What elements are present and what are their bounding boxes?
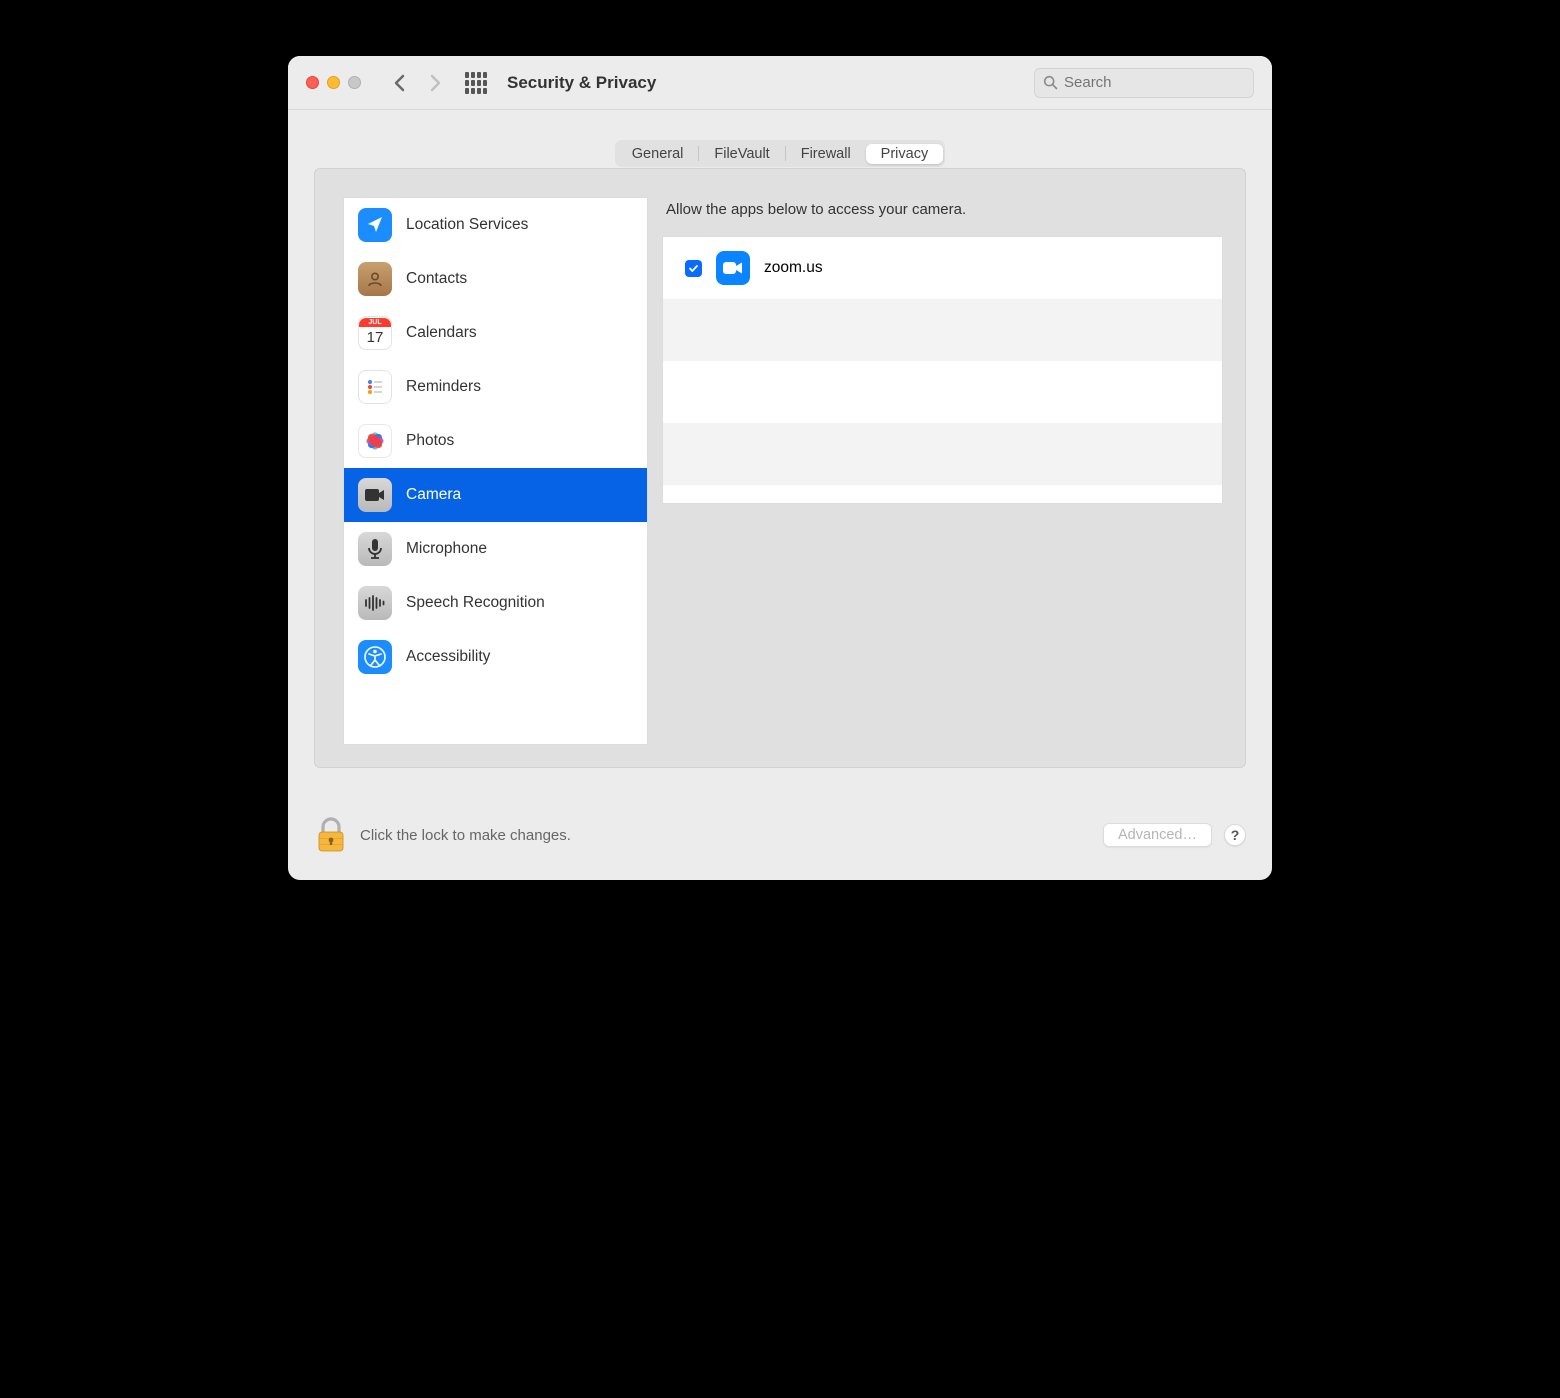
advanced-label: Advanced…	[1118, 827, 1197, 843]
app-row-empty	[663, 299, 1222, 361]
tab-label: Privacy	[881, 146, 929, 162]
search-input[interactable]	[1064, 74, 1245, 91]
help-button[interactable]: ?	[1224, 824, 1246, 846]
help-label: ?	[1231, 827, 1240, 843]
search-icon	[1043, 75, 1058, 90]
app-name: zoom.us	[764, 259, 823, 277]
tab-label: FileVault	[714, 146, 769, 162]
close-window-button[interactable]	[306, 76, 319, 89]
calendar-day: 17	[367, 327, 384, 349]
search-field[interactable]	[1034, 68, 1254, 98]
sidebar-item-reminders[interactable]: Reminders	[344, 360, 647, 414]
app-row-empty	[663, 423, 1222, 485]
app-list[interactable]: zoom.us	[662, 236, 1223, 504]
panel: Location Services Contacts JUL 17 Calend…	[314, 168, 1246, 768]
app-row-empty	[663, 361, 1222, 423]
zoom-app-icon	[716, 251, 750, 285]
sidebar-item-label: Speech Recognition	[406, 594, 545, 612]
sidebar-item-camera[interactable]: Camera	[344, 468, 647, 522]
check-icon	[688, 263, 699, 274]
calendar-month: JUL	[359, 318, 391, 327]
privacy-sidebar[interactable]: Location Services Contacts JUL 17 Calend…	[343, 197, 648, 745]
sidebar-item-label: Location Services	[406, 216, 528, 234]
tab-general[interactable]: General	[617, 144, 699, 164]
app-checkbox[interactable]	[685, 260, 702, 277]
sidebar-item-label: Contacts	[406, 270, 467, 288]
tab-bar: General FileVault Firewall Privacy	[314, 140, 1246, 167]
grid-icon	[465, 72, 487, 94]
sidebar-item-label: Reminders	[406, 378, 481, 396]
photos-icon	[358, 424, 392, 458]
forward-button[interactable]	[421, 69, 449, 97]
lock-icon	[314, 816, 348, 854]
microphone-icon	[358, 532, 392, 566]
main-area: Allow the apps below to access your came…	[662, 197, 1223, 745]
tab-label: General	[632, 146, 684, 162]
content-area: General FileVault Firewall Privacy Locat…	[288, 110, 1272, 768]
sidebar-item-label: Microphone	[406, 540, 487, 558]
panel-description: Allow the apps below to access your came…	[662, 197, 1223, 236]
minimize-window-button[interactable]	[327, 76, 340, 89]
reminders-icon	[358, 370, 392, 404]
traffic-lights	[306, 76, 361, 89]
prefs-window: Security & Privacy General FileVault Fir…	[288, 56, 1272, 880]
titlebar: Security & Privacy	[288, 56, 1272, 110]
lock-hint-text: Click the lock to make changes.	[360, 827, 571, 844]
calendar-icon: JUL 17	[358, 316, 392, 350]
sidebar-item-label: Calendars	[406, 324, 477, 342]
sidebar-item-label: Photos	[406, 432, 454, 450]
show-all-button[interactable]	[457, 69, 499, 97]
chevron-left-icon	[394, 74, 405, 92]
location-icon	[358, 208, 392, 242]
sidebar-item-speech-recognition[interactable]: Speech Recognition	[344, 576, 647, 630]
sidebar-item-location-services[interactable]: Location Services	[344, 198, 647, 252]
sidebar-item-calendars[interactable]: JUL 17 Calendars	[344, 306, 647, 360]
sidebar-item-accessibility[interactable]: Accessibility	[344, 630, 647, 684]
app-row-zoom[interactable]: zoom.us	[663, 237, 1222, 299]
contacts-icon	[358, 262, 392, 296]
camera-icon	[358, 478, 392, 512]
sidebar-item-photos[interactable]: Photos	[344, 414, 647, 468]
speech-icon	[358, 586, 392, 620]
tab-privacy[interactable]: Privacy	[866, 144, 944, 164]
advanced-button[interactable]: Advanced…	[1103, 823, 1212, 847]
sidebar-item-microphone[interactable]: Microphone	[344, 522, 647, 576]
tab-filevault[interactable]: FileVault	[699, 144, 784, 164]
footer: Click the lock to make changes. Advanced…	[288, 768, 1272, 880]
zoom-window-button[interactable]	[348, 76, 361, 89]
sidebar-item-label: Camera	[406, 486, 461, 504]
sidebar-item-contacts[interactable]: Contacts	[344, 252, 647, 306]
chevron-right-icon	[430, 74, 441, 92]
accessibility-icon	[358, 640, 392, 674]
tab-firewall[interactable]: Firewall	[786, 144, 866, 164]
sidebar-item-label: Accessibility	[406, 648, 490, 666]
back-button[interactable]	[385, 69, 413, 97]
lock-button[interactable]	[314, 816, 348, 854]
tab-label: Firewall	[801, 146, 851, 162]
window-title: Security & Privacy	[507, 73, 656, 93]
